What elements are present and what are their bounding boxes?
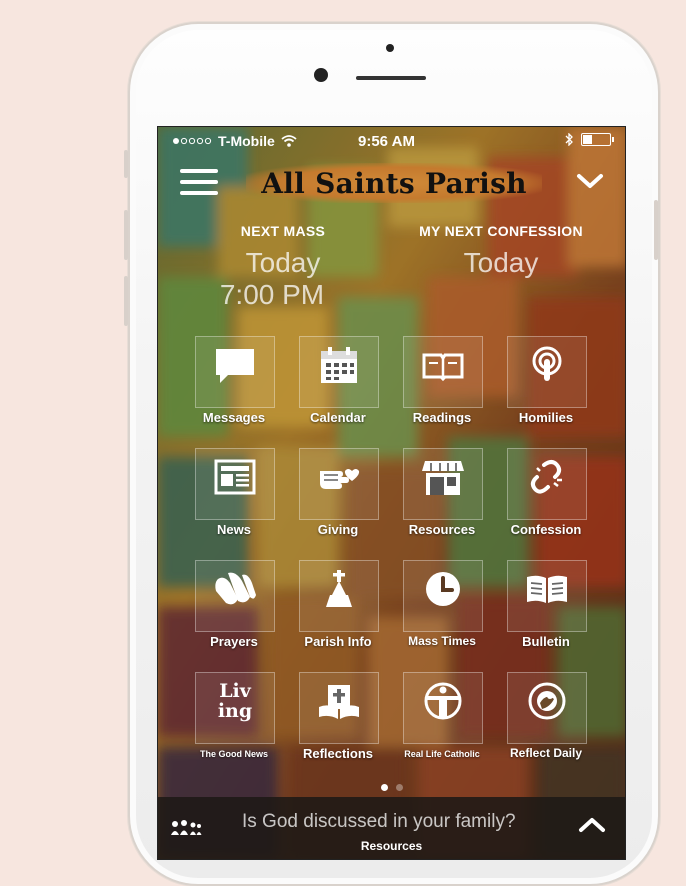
wifi-icon bbox=[281, 135, 297, 147]
tile-calendar[interactable] bbox=[299, 336, 379, 408]
storefront-icon bbox=[422, 461, 464, 495]
giving-hand-icon bbox=[320, 469, 360, 489]
podcast-icon bbox=[532, 346, 562, 381]
tile-bulletin[interactable] bbox=[507, 560, 587, 632]
broken-link-icon bbox=[530, 460, 562, 494]
calendar-icon bbox=[321, 347, 357, 383]
page-dot[interactable] bbox=[395, 784, 403, 791]
bible-icon bbox=[319, 685, 359, 719]
phone-side-button bbox=[124, 150, 128, 178]
tile-label-homilies: Homilies bbox=[518, 410, 574, 425]
status-right bbox=[565, 133, 614, 146]
page-title: All Saints Parish bbox=[261, 166, 527, 200]
living-logo-line1: Liv bbox=[219, 680, 251, 702]
tile-reflections[interactable] bbox=[299, 672, 379, 744]
next-mass-day: Today bbox=[245, 247, 321, 278]
phone-side-button bbox=[124, 210, 128, 260]
chevron-up-icon[interactable] bbox=[577, 813, 607, 837]
living-logo-line2: ing bbox=[217, 700, 253, 722]
tile-label-bulletin: Bulletin bbox=[522, 634, 570, 649]
tile-mass-times[interactable] bbox=[403, 560, 483, 632]
status-time: 9:56 AM bbox=[358, 133, 415, 150]
next-confession-day: Today bbox=[463, 247, 539, 278]
tile-parish-info[interactable] bbox=[299, 560, 379, 632]
tile-label-real-life-catholic: Real Life Catholic bbox=[404, 749, 480, 759]
hamburger-menu-icon[interactable] bbox=[180, 169, 220, 197]
next-confession-panel[interactable]: MY NEXT CONFESSION Today bbox=[398, 223, 604, 279]
carrier-name: T-Mobile bbox=[218, 133, 275, 149]
tile-label-prayers: Prayers bbox=[210, 634, 258, 649]
tile-real-life-catholic[interactable] bbox=[403, 672, 483, 744]
tile-label-parish-info: Parish Info bbox=[304, 634, 372, 649]
tile-label-readings: Readings bbox=[412, 410, 472, 425]
praying-hands-icon bbox=[215, 572, 256, 605]
tile-label-reflect-daily: Reflect Daily bbox=[509, 746, 583, 760]
app-screen: T-Mobile 9:56 AM All Saints Parish NEXT … bbox=[157, 126, 626, 860]
open-book-icon bbox=[527, 575, 567, 603]
church-icon bbox=[326, 570, 352, 607]
family-icon bbox=[171, 820, 202, 835]
tile-messages[interactable] bbox=[195, 336, 275, 408]
tile-label-messages: Messages bbox=[202, 410, 266, 425]
tile-reflect-daily[interactable] bbox=[507, 672, 587, 744]
phone-side-button bbox=[124, 276, 128, 326]
chevron-down-icon[interactable] bbox=[575, 169, 605, 193]
page-dot-active[interactable] bbox=[380, 784, 388, 791]
next-mass-panel[interactable]: NEXT MASS Today 7:00 PM bbox=[198, 223, 368, 311]
tile-prayers[interactable] bbox=[195, 560, 275, 632]
status-bar: T-Mobile 9:56 AM bbox=[158, 127, 625, 155]
tip-category: Resources bbox=[360, 839, 423, 853]
tile-confession[interactable] bbox=[507, 448, 587, 520]
tile-news[interactable] bbox=[195, 448, 275, 520]
battery-icon bbox=[581, 133, 614, 146]
tile-label-the-good-news: The Good News bbox=[199, 749, 268, 759]
tile-resources[interactable] bbox=[403, 448, 483, 520]
christ-statue-icon bbox=[424, 682, 462, 720]
tile-label-news: News bbox=[217, 522, 251, 537]
newspaper-icon bbox=[214, 459, 256, 495]
next-confession-label: MY NEXT CONFESSION bbox=[419, 223, 583, 239]
tile-label-resources: Resources bbox=[408, 522, 476, 537]
tile-label-mass-times: Mass Times bbox=[408, 634, 476, 648]
tile-label-confession: Confession bbox=[510, 522, 582, 537]
signal-dots-icon bbox=[173, 137, 212, 145]
tile-label-reflections: Reflections bbox=[302, 746, 374, 761]
message-icon bbox=[216, 349, 254, 383]
readings-book-icon bbox=[422, 353, 464, 382]
next-mass-time: 7:00 PM bbox=[219, 279, 325, 310]
clock-icon bbox=[426, 572, 460, 606]
proximity-sensor bbox=[386, 44, 394, 52]
next-mass-label: NEXT MASS bbox=[240, 223, 326, 239]
tile-readings[interactable] bbox=[403, 336, 483, 408]
carrier-info: T-Mobile bbox=[172, 133, 297, 149]
resource-tip-bar[interactable]: Is God discussed in your family? Resourc… bbox=[158, 797, 625, 859]
tile-giving[interactable] bbox=[299, 448, 379, 520]
earpiece-speaker bbox=[356, 76, 426, 80]
living-logo-icon: Liv ing bbox=[196, 681, 274, 721]
tile-the-good-news[interactable]: Liv ing bbox=[195, 672, 275, 744]
tile-homilies[interactable] bbox=[507, 336, 587, 408]
bluetooth-icon bbox=[565, 133, 573, 146]
tile-label-giving: Giving bbox=[317, 522, 359, 537]
front-camera bbox=[314, 68, 328, 82]
app-header: All Saints Parish bbox=[158, 159, 625, 207]
family-question: Is God discussed in your family? bbox=[242, 811, 516, 832]
reflect-daily-icon bbox=[528, 682, 566, 720]
parish-title-banner: All Saints Parish bbox=[246, 163, 542, 203]
page-indicator bbox=[158, 778, 625, 796]
phone-side-button bbox=[654, 200, 658, 260]
tile-label-calendar: Calendar bbox=[310, 410, 366, 425]
